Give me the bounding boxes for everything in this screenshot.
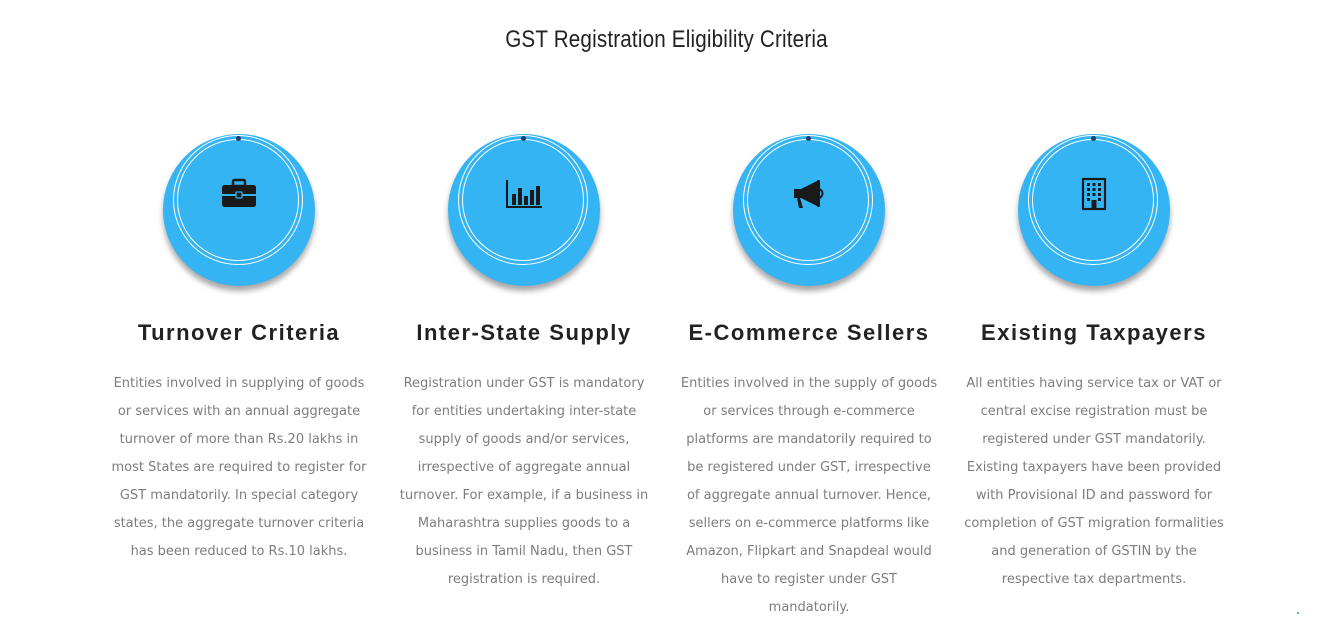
decorative-dot: [1297, 612, 1299, 614]
icon-circle: [1018, 134, 1170, 286]
ring-dot: [236, 136, 241, 141]
card-description: Entities involved in supplying of goods …: [111, 376, 367, 559]
card-existing-taxpayers: Existing Taxpayers All entities having s…: [964, 134, 1224, 594]
ring-dot: [1091, 136, 1096, 141]
megaphone-icon: [794, 180, 824, 208]
card-title: Existing Taxpayers: [981, 320, 1207, 345]
building-icon: [1081, 177, 1107, 211]
icon-circle: [733, 134, 885, 286]
ring-dot: [521, 136, 526, 141]
ring-dot: [806, 136, 811, 141]
card-description: Registration under GST is mandatory for …: [399, 376, 649, 587]
icon-circle: [448, 134, 600, 286]
card-e-commerce-sellers: E-Commerce Sellers Entities involved in …: [679, 134, 939, 617]
bar-chart-icon: [506, 180, 542, 208]
card-title: Turnover Criteria: [137, 320, 341, 345]
section-title: GST Registration Eligibility Criteria: [505, 26, 828, 53]
briefcase-icon: [222, 178, 256, 207]
card-description: All entities having service tax or VAT o…: [964, 376, 1224, 587]
eligibility-section: GST Registration Eligibility Criteria Tu…: [0, 0, 1327, 617]
card-turnover-criteria: Turnover Criteria Entities involved in s…: [109, 134, 369, 566]
card-title: Inter-State Supply: [416, 320, 632, 345]
icon-circle: [163, 134, 315, 286]
card-inter-state-supply: Inter-State Supply Registration under GS…: [394, 134, 654, 594]
card-description: Entities involved in the supply of goods…: [680, 376, 938, 615]
card-title: E-Commerce Sellers: [688, 320, 930, 345]
